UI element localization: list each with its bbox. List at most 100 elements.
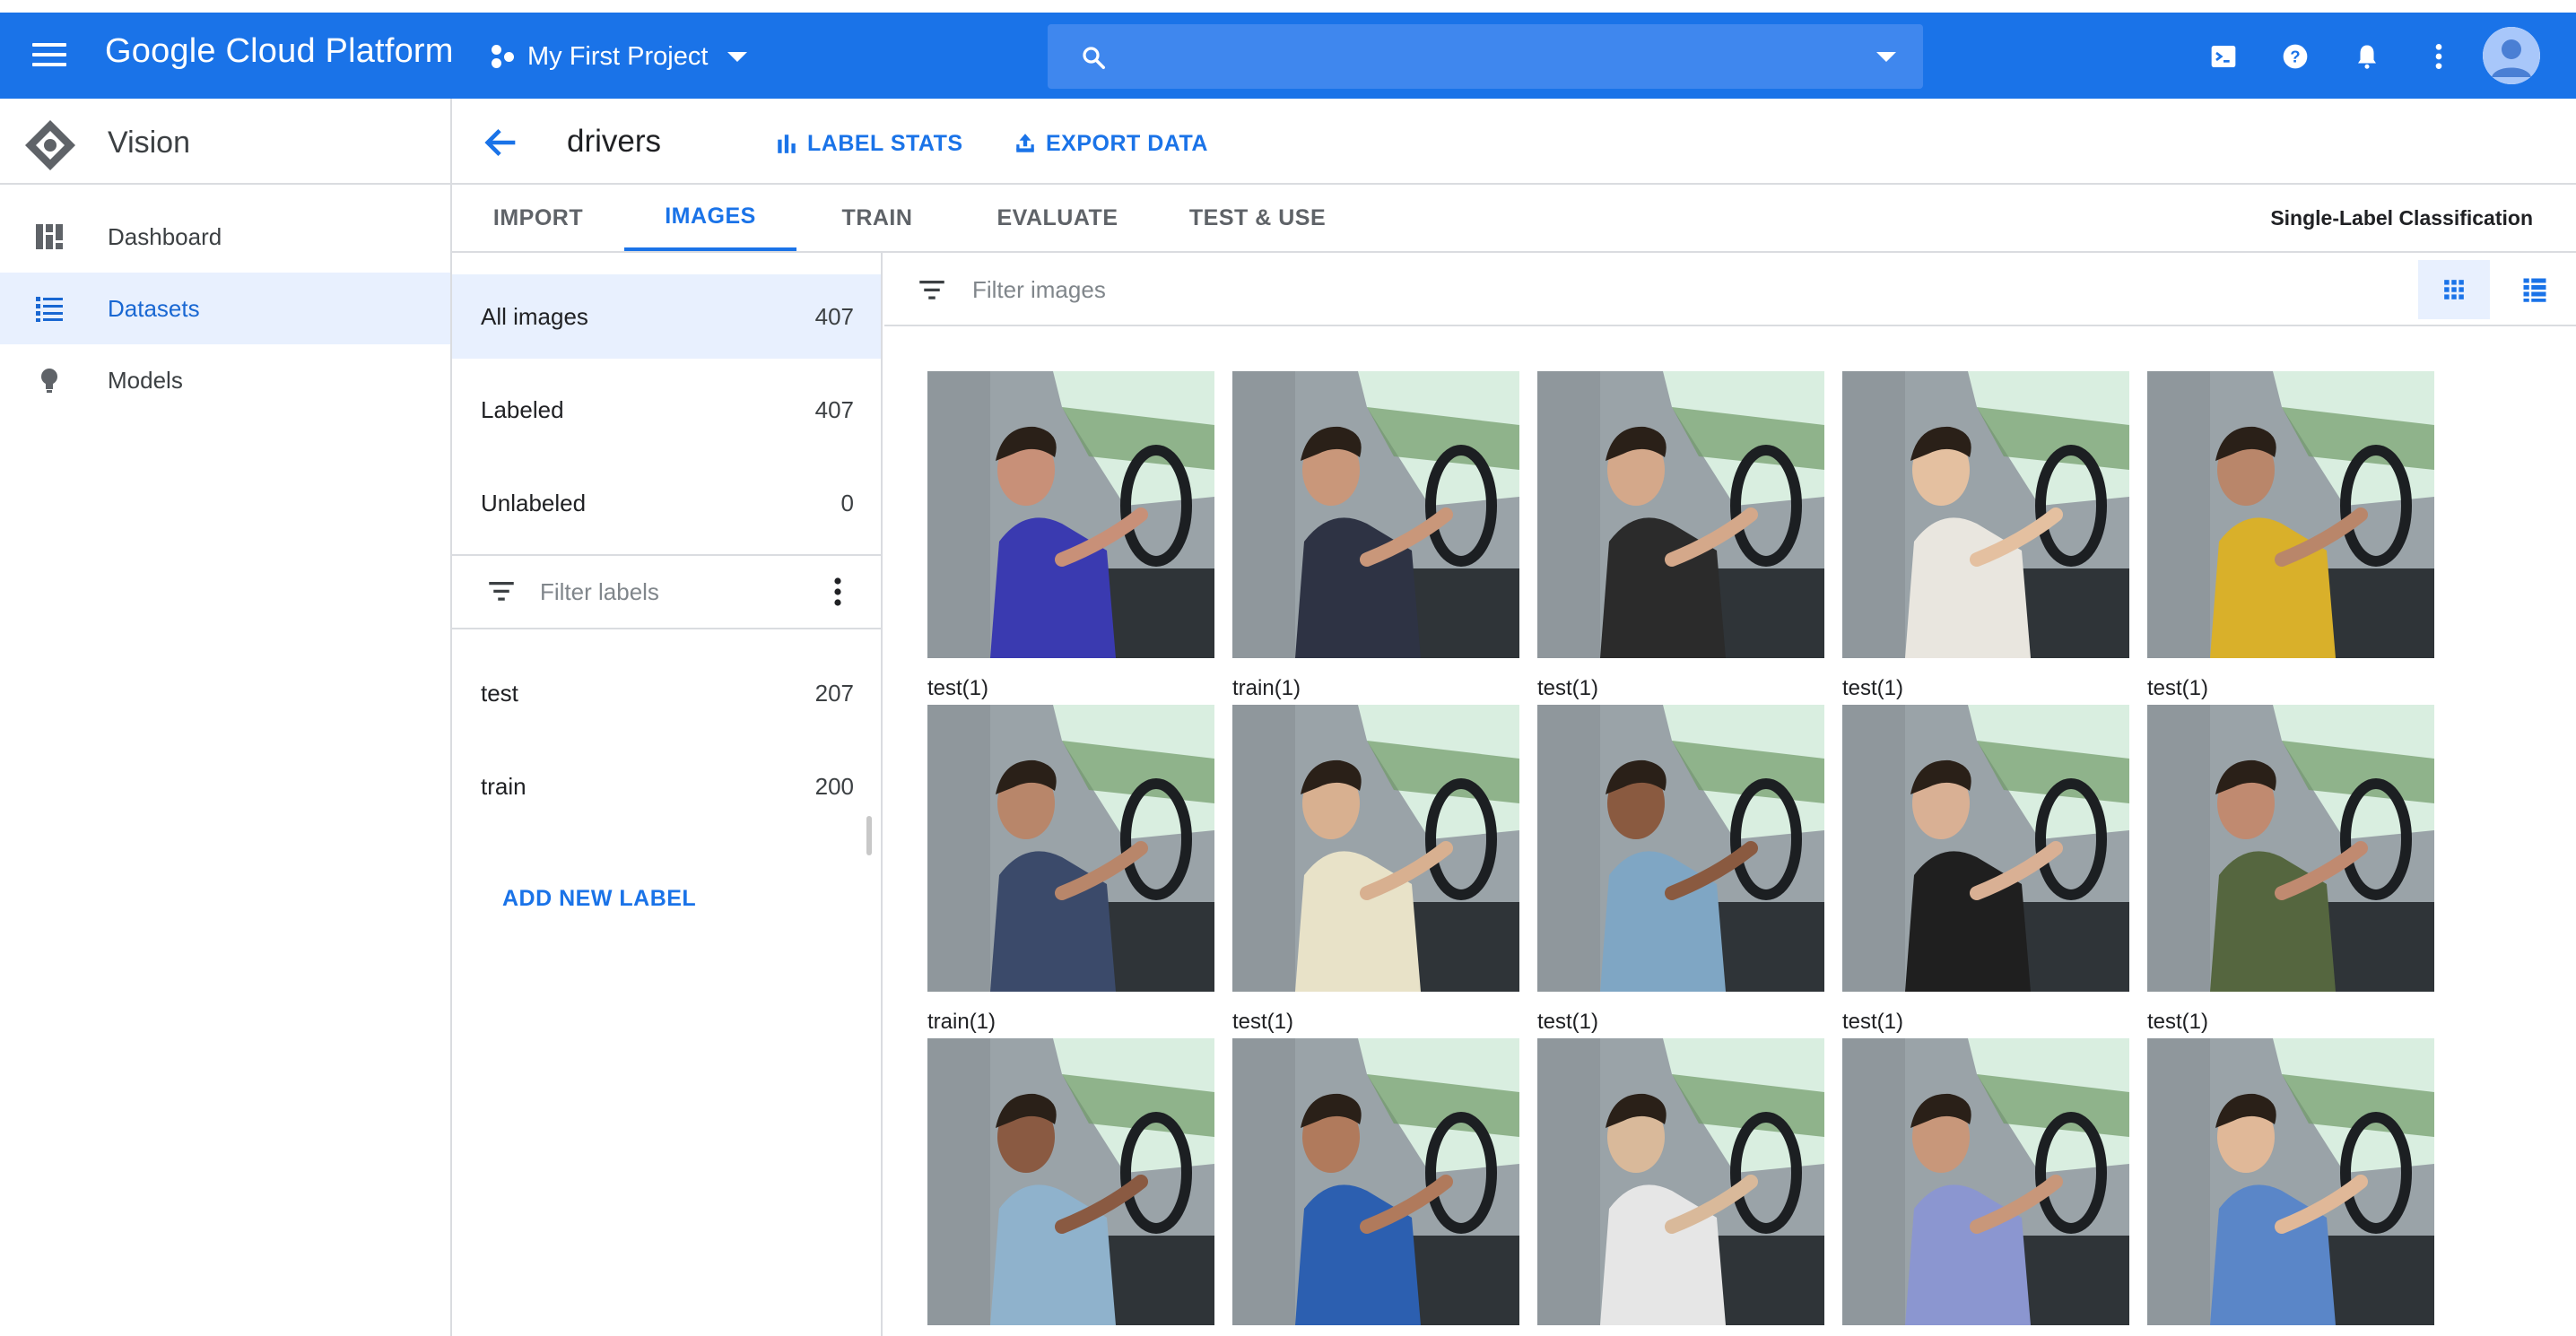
label-stats-label: LABEL STATS [807,130,963,156]
image-caption: test(1) [1842,676,1904,700]
list-view-icon [2523,278,2546,302]
bar-chart-icon [778,134,796,153]
image-thumbnail[interactable] [1842,371,2129,658]
image-thumbnail[interactable] [2147,371,2434,658]
tab-train[interactable]: TRAIN [796,185,958,251]
classification-mode: Single-Label Classification [2270,206,2533,230]
list-view-button[interactable] [2499,260,2571,319]
filter-icon[interactable] [488,579,515,603]
dataset-header: drivers LABEL STATS EXPORT DATA [452,99,2576,185]
label-options-more-vert-icon[interactable] [829,576,847,608]
nav-item-label: Dashboard [108,222,222,250]
driver-photo [1842,1038,2129,1325]
driver-photo [2147,1038,2434,1325]
notifications-bell-icon[interactable] [2346,36,2388,77]
image-caption: test(1) [1537,1010,1599,1034]
filter-label: Unlabeled [481,489,587,516]
left-navigation: Vision Dashboard Datasets Models [0,99,452,1336]
filter-all-images[interactable]: All images 407 [452,274,881,359]
filter-count: 0 [840,489,854,516]
divider [452,628,881,629]
tab-import[interactable]: IMPORT [452,185,624,251]
nav-item-datasets[interactable]: Datasets [0,273,450,344]
image-caption: train(1) [927,1010,996,1034]
driver-photo [927,1038,1214,1325]
search-icon [1083,47,1105,69]
label-item-test[interactable]: test 207 [452,651,881,735]
image-caption: test(1) [2147,1010,2209,1034]
dashboard-icon [36,224,63,249]
image-thumbnail[interactable] [1842,1038,2129,1325]
search-options-chevron-icon[interactable] [1876,52,1896,62]
image-grid-area: test(1) train(1) test(1) test(1) test(1) trai… [884,253,2576,1336]
label-name: test [481,679,518,707]
tab-images[interactable]: IMAGES [624,185,796,251]
image-thumbnail[interactable] [1842,705,2129,992]
driver-photo [2147,705,2434,992]
image-caption: test(1) [927,676,989,700]
image-caption: train(1) [1232,676,1301,700]
label-item-train[interactable]: train 200 [452,744,881,828]
filter-images-input[interactable] [972,269,1510,310]
image-thumbnail[interactable] [1537,705,1824,992]
account-avatar[interactable] [2483,27,2540,84]
cloud-shell-icon[interactable] [2203,36,2244,77]
export-data-button[interactable]: EXPORT DATA [1014,126,1208,161]
more-vert-icon[interactable] [2418,36,2459,77]
filter-pane: All images 407 Labeled 407 Unlabeled 0 t… [452,253,883,1336]
brand-title[interactable]: Google Cloud Platform [105,32,454,71]
label-stats-button[interactable]: LABEL STATS [775,126,963,161]
svg-text:?: ? [2290,48,2300,66]
list-icon [36,297,63,322]
nav-item-dashboard[interactable]: Dashboard [0,201,450,273]
tab-bar: IMPORT IMAGES TRAIN EVALUATE TEST & USE … [452,185,2576,253]
filter-unlabeled[interactable]: Unlabeled 0 [452,461,881,545]
grid-view-button[interactable] [2418,260,2490,319]
nav-item-models[interactable]: Models [0,344,450,416]
filter-count: 407 [814,395,854,423]
window-top-strip [0,0,2576,13]
filter-label: All images [481,302,588,330]
dataset-title: drivers [567,124,662,159]
image-thumbnail[interactable] [2147,705,2434,992]
image-thumbnail[interactable] [1232,371,1519,658]
project-selector[interactable]: My First Project [490,36,748,77]
back-arrow-icon[interactable] [481,122,522,163]
driver-photo [1537,1038,1824,1325]
search-bar[interactable] [1048,24,1923,89]
filter-labels-input[interactable] [540,572,809,612]
tab-test-and-use[interactable]: TEST & USE [1157,185,1358,251]
image-thumbnail[interactable] [927,371,1214,658]
image-thumbnail[interactable] [1537,371,1824,658]
driver-photo [1537,705,1824,992]
driver-photo [927,705,1214,992]
image-caption: test(1) [2147,676,2209,700]
filter-label: Labeled [481,395,564,423]
help-icon[interactable]: ? [2275,36,2316,77]
filter-icon[interactable] [918,278,945,301]
image-thumbnail[interactable] [927,1038,1214,1325]
export-icon [1016,134,1034,152]
driver-photo [2147,371,2434,658]
image-thumbnail[interactable] [927,705,1214,992]
label-filter-bar [452,556,881,628]
image-thumbnail[interactable] [1537,1038,1824,1325]
filter-pane-scrollbar[interactable] [866,816,872,855]
add-new-label-button[interactable]: ADD NEW LABEL [502,886,696,912]
search-input[interactable] [1121,33,1821,80]
vision-logo-icon [25,120,75,170]
nav-item-label: Datasets [108,294,200,322]
lightbulb-icon [41,369,57,393]
chevron-down-icon [727,51,748,62]
image-caption: test(1) [1842,1010,1904,1034]
driver-photo [1232,705,1519,992]
image-thumbnail[interactable] [1232,705,1519,992]
project-dots-icon [490,43,517,70]
filter-labeled[interactable]: Labeled 407 [452,368,881,452]
hamburger-menu-icon[interactable] [25,38,75,74]
tab-evaluate[interactable]: EVALUATE [958,185,1157,251]
image-caption: test(1) [1537,676,1599,700]
export-data-label: EXPORT DATA [1046,130,1208,156]
image-thumbnail[interactable] [1232,1038,1519,1325]
image-thumbnail[interactable] [2147,1038,2434,1325]
